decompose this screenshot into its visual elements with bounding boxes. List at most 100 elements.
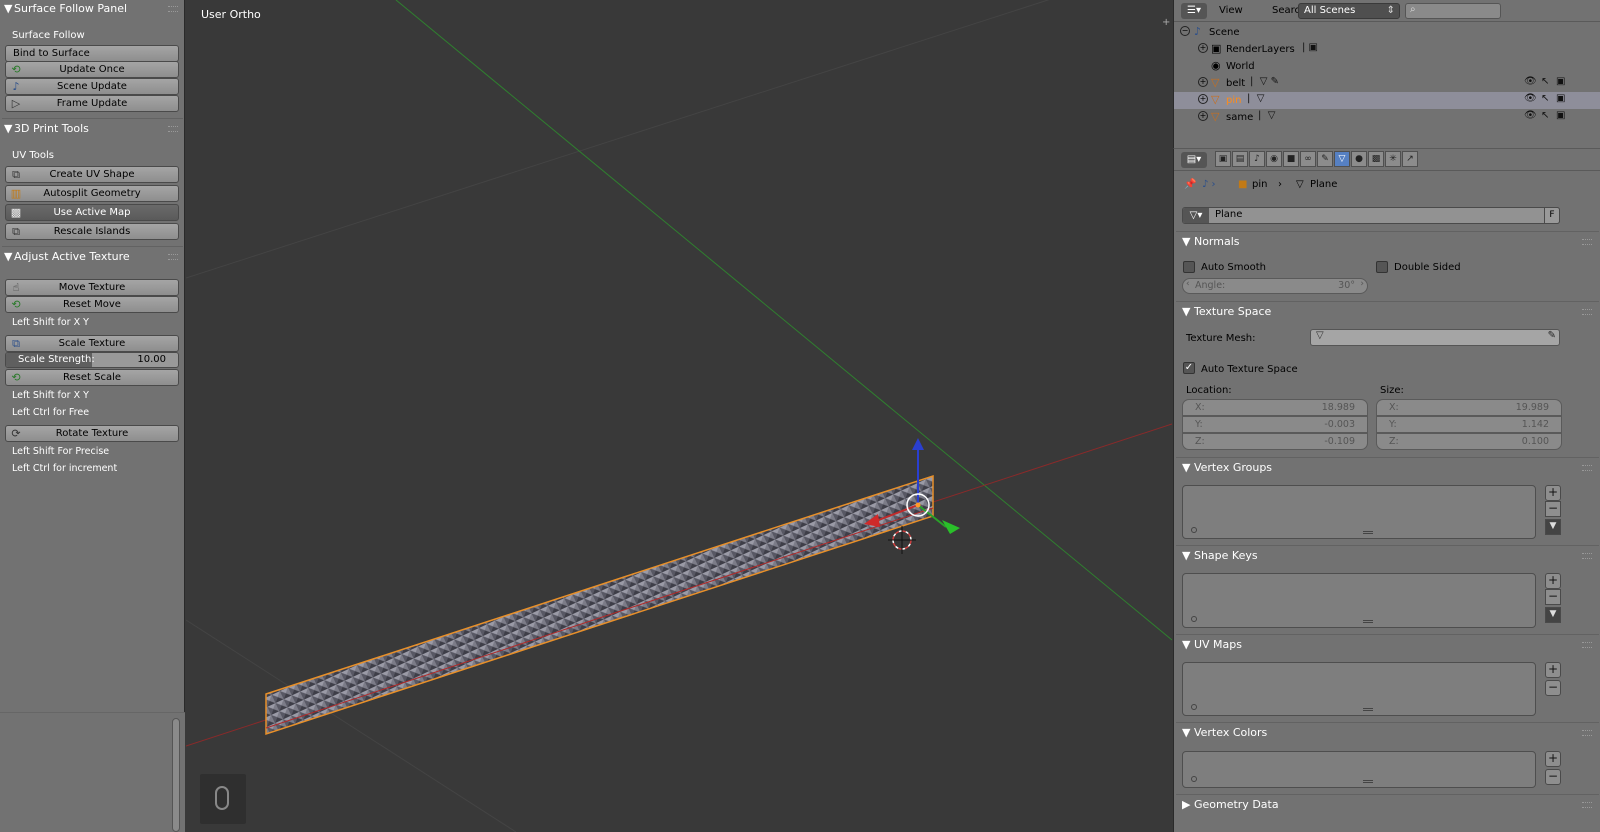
resize-grip-icon[interactable] xyxy=(1363,708,1373,711)
location-x-field[interactable]: X: 18.989 xyxy=(1182,399,1368,416)
size-y-field[interactable]: Y: 1.142 xyxy=(1376,416,1562,433)
shape-keys-list[interactable] xyxy=(1182,573,1536,628)
double-sided-checkbox[interactable] xyxy=(1376,261,1388,273)
auto-texture-space-checkbox[interactable]: ✓ xyxy=(1183,362,1195,374)
scale-strength-slider[interactable]: Scale Strength: 10.00 xyxy=(5,352,179,368)
display-mode-select[interactable]: All Scenes ⇕ xyxy=(1298,3,1400,19)
visibility-eye-icon[interactable]: 👁 xyxy=(1524,76,1537,87)
resize-grip-icon[interactable] xyxy=(1363,620,1373,623)
auto-smooth-checkbox[interactable] xyxy=(1183,261,1195,273)
drag-grip-icon[interactable] xyxy=(168,254,178,260)
remove-uv-map-button[interactable]: − xyxy=(1545,680,1561,696)
drag-grip-icon[interactable] xyxy=(168,126,178,132)
autosplit-geometry-button[interactable]: ▥ Autosplit Geometry xyxy=(5,185,179,202)
tab-material[interactable]: ● xyxy=(1351,151,1367,167)
tab-texture[interactable]: ▩ xyxy=(1368,151,1384,167)
remove-vertex-group-button[interactable]: − xyxy=(1545,501,1561,517)
decrement-arrow-icon[interactable]: ‹ xyxy=(1186,279,1190,289)
reset-scale-button[interactable]: ⟲ Reset Scale xyxy=(5,369,179,386)
filter-icon[interactable] xyxy=(1191,704,1197,710)
vertex-groups-list[interactable] xyxy=(1182,485,1536,539)
pin-icon[interactable]: 📌 xyxy=(1184,179,1196,190)
outliner-row-scene[interactable]: − ♪ Scene xyxy=(1174,24,1600,41)
panel-header-3d-print-tools[interactable]: ▼ 3D Print Tools xyxy=(4,122,180,140)
tab-render-layers[interactable]: ▤ xyxy=(1232,151,1248,167)
use-active-map-button[interactable]: ▩ Use Active Map xyxy=(5,204,179,221)
outliner-row-belt[interactable]: + ▽ belt | ▽ ✎ 👁 ↖ ▣ xyxy=(1174,75,1600,92)
expand-icon[interactable]: + xyxy=(1198,111,1208,121)
panel-header-uv-maps[interactable]: ▼ UV Maps xyxy=(1182,638,1592,656)
select-arrow-icon[interactable]: ↖ xyxy=(1541,93,1549,104)
frame-update-button[interactable]: ▷ Frame Update xyxy=(5,95,179,112)
visibility-eye-icon[interactable]: 👁 xyxy=(1524,93,1537,104)
tab-world[interactable]: ◉ xyxy=(1266,151,1282,167)
outliner-row-world[interactable]: ◉ World xyxy=(1174,58,1600,75)
scale-texture-button[interactable]: ⧉ Scale Texture xyxy=(5,335,179,352)
add-shape-key-button[interactable]: + xyxy=(1545,573,1561,589)
tab-physics[interactable]: ↗ xyxy=(1402,151,1418,167)
texture-mesh-field[interactable]: ▽ ✎ xyxy=(1310,329,1560,346)
outliner-row-same[interactable]: + ▽ same | ▽ 👁 ↖ ▣ xyxy=(1174,109,1600,126)
location-z-field[interactable]: Z: -0.109 xyxy=(1182,433,1368,450)
panel-header-normals[interactable]: ▼ Normals xyxy=(1182,235,1592,253)
panel-header-vertex-groups[interactable]: ▼ Vertex Groups xyxy=(1182,461,1592,479)
angle-field[interactable]: ‹ Angle: 30° › xyxy=(1182,278,1368,294)
tab-render[interactable]: ▣ xyxy=(1215,151,1231,167)
outliner-row-pin[interactable]: + ▽ pin | ▽ 👁 ↖ ▣ xyxy=(1174,92,1600,109)
shape-key-specials-button[interactable]: ▼ xyxy=(1545,607,1561,623)
tab-constraints[interactable]: ∞ xyxy=(1300,151,1316,167)
expand-icon[interactable]: + xyxy=(1198,43,1208,53)
size-x-field[interactable]: X: 19.989 xyxy=(1376,399,1562,416)
render-camera-icon[interactable]: ▣ xyxy=(1556,93,1565,104)
panel-header-surface-follow[interactable]: ▼ Surface Follow Panel xyxy=(4,2,180,20)
select-arrow-icon[interactable]: ↖ xyxy=(1541,110,1549,121)
add-vertex-group-button[interactable]: + xyxy=(1545,485,1561,501)
resize-grip-icon[interactable] xyxy=(1363,780,1373,783)
menu-view[interactable]: View xyxy=(1219,5,1243,16)
location-y-field[interactable]: Y: -0.003 xyxy=(1182,416,1368,433)
drag-grip-icon[interactable] xyxy=(1582,642,1592,648)
uv-maps-list[interactable] xyxy=(1182,662,1536,716)
mesh-datablock-selector[interactable]: ▽▾ Plane F xyxy=(1182,207,1560,224)
update-once-button[interactable]: ⟲ Update Once xyxy=(5,61,179,78)
bind-to-surface-button[interactable]: Bind to Surface xyxy=(5,45,179,62)
tab-object[interactable]: ■ xyxy=(1283,151,1299,167)
panel-header-shape-keys[interactable]: ▼ Shape Keys xyxy=(1182,549,1592,567)
eyedropper-icon[interactable]: ✎ xyxy=(1548,330,1556,341)
filter-icon[interactable] xyxy=(1191,776,1197,782)
add-vertex-color-button[interactable]: + xyxy=(1545,751,1561,767)
tab-data[interactable]: ▽ xyxy=(1334,151,1350,167)
increment-arrow-icon[interactable]: › xyxy=(1360,279,1364,289)
add-uv-map-button[interactable]: + xyxy=(1545,662,1561,678)
expand-icon[interactable]: + xyxy=(1198,77,1208,87)
fake-user-button[interactable]: F xyxy=(1544,207,1560,224)
rotate-texture-button[interactable]: ⟳ Rotate Texture xyxy=(5,425,179,442)
remove-vertex-color-button[interactable]: − xyxy=(1545,769,1561,785)
3d-viewport[interactable]: User Ortho + xyxy=(186,0,1172,832)
reset-move-button[interactable]: ⟲ Reset Move xyxy=(5,296,179,313)
outliner-search-input[interactable]: ⌕ xyxy=(1405,3,1501,19)
tab-modifiers[interactable]: ✎ xyxy=(1317,151,1333,167)
expand-icon[interactable]: − xyxy=(1180,26,1190,36)
drag-grip-icon[interactable] xyxy=(1582,309,1592,315)
panel-header-geometry-data[interactable]: ▶ Geometry Data xyxy=(1182,798,1592,816)
drag-grip-icon[interactable] xyxy=(1582,802,1592,808)
outliner-row-renderlayers[interactable]: + ▣ RenderLayers | ▣ xyxy=(1174,41,1600,58)
panel-header-texture-space[interactable]: ▼ Texture Space xyxy=(1182,305,1592,323)
mesh-browse-icon[interactable]: ▽▾ xyxy=(1183,208,1209,223)
render-camera-icon[interactable]: ▣ xyxy=(1556,110,1565,121)
visibility-eye-icon[interactable]: 👁 xyxy=(1524,110,1537,121)
size-z-field[interactable]: Z: 0.100 xyxy=(1376,433,1562,450)
filter-icon[interactable] xyxy=(1191,527,1197,533)
move-texture-button[interactable]: ☝ Move Texture xyxy=(5,279,179,296)
drag-grip-icon[interactable] xyxy=(1582,465,1592,471)
drag-grip-icon[interactable] xyxy=(1582,239,1592,245)
scene-update-button[interactable]: ♪ Scene Update xyxy=(5,78,179,95)
remove-shape-key-button[interactable]: − xyxy=(1545,589,1561,605)
drag-grip-icon[interactable] xyxy=(1582,730,1592,736)
z-arrow-icon[interactable] xyxy=(912,438,924,450)
tab-particles[interactable]: ✳ xyxy=(1385,151,1401,167)
editor-type-icon[interactable]: ☰▾ xyxy=(1181,3,1207,19)
panel-header-adjust-active-texture[interactable]: ▼ Adjust Active Texture xyxy=(4,250,180,268)
tab-scene[interactable]: ♪ xyxy=(1249,151,1265,167)
